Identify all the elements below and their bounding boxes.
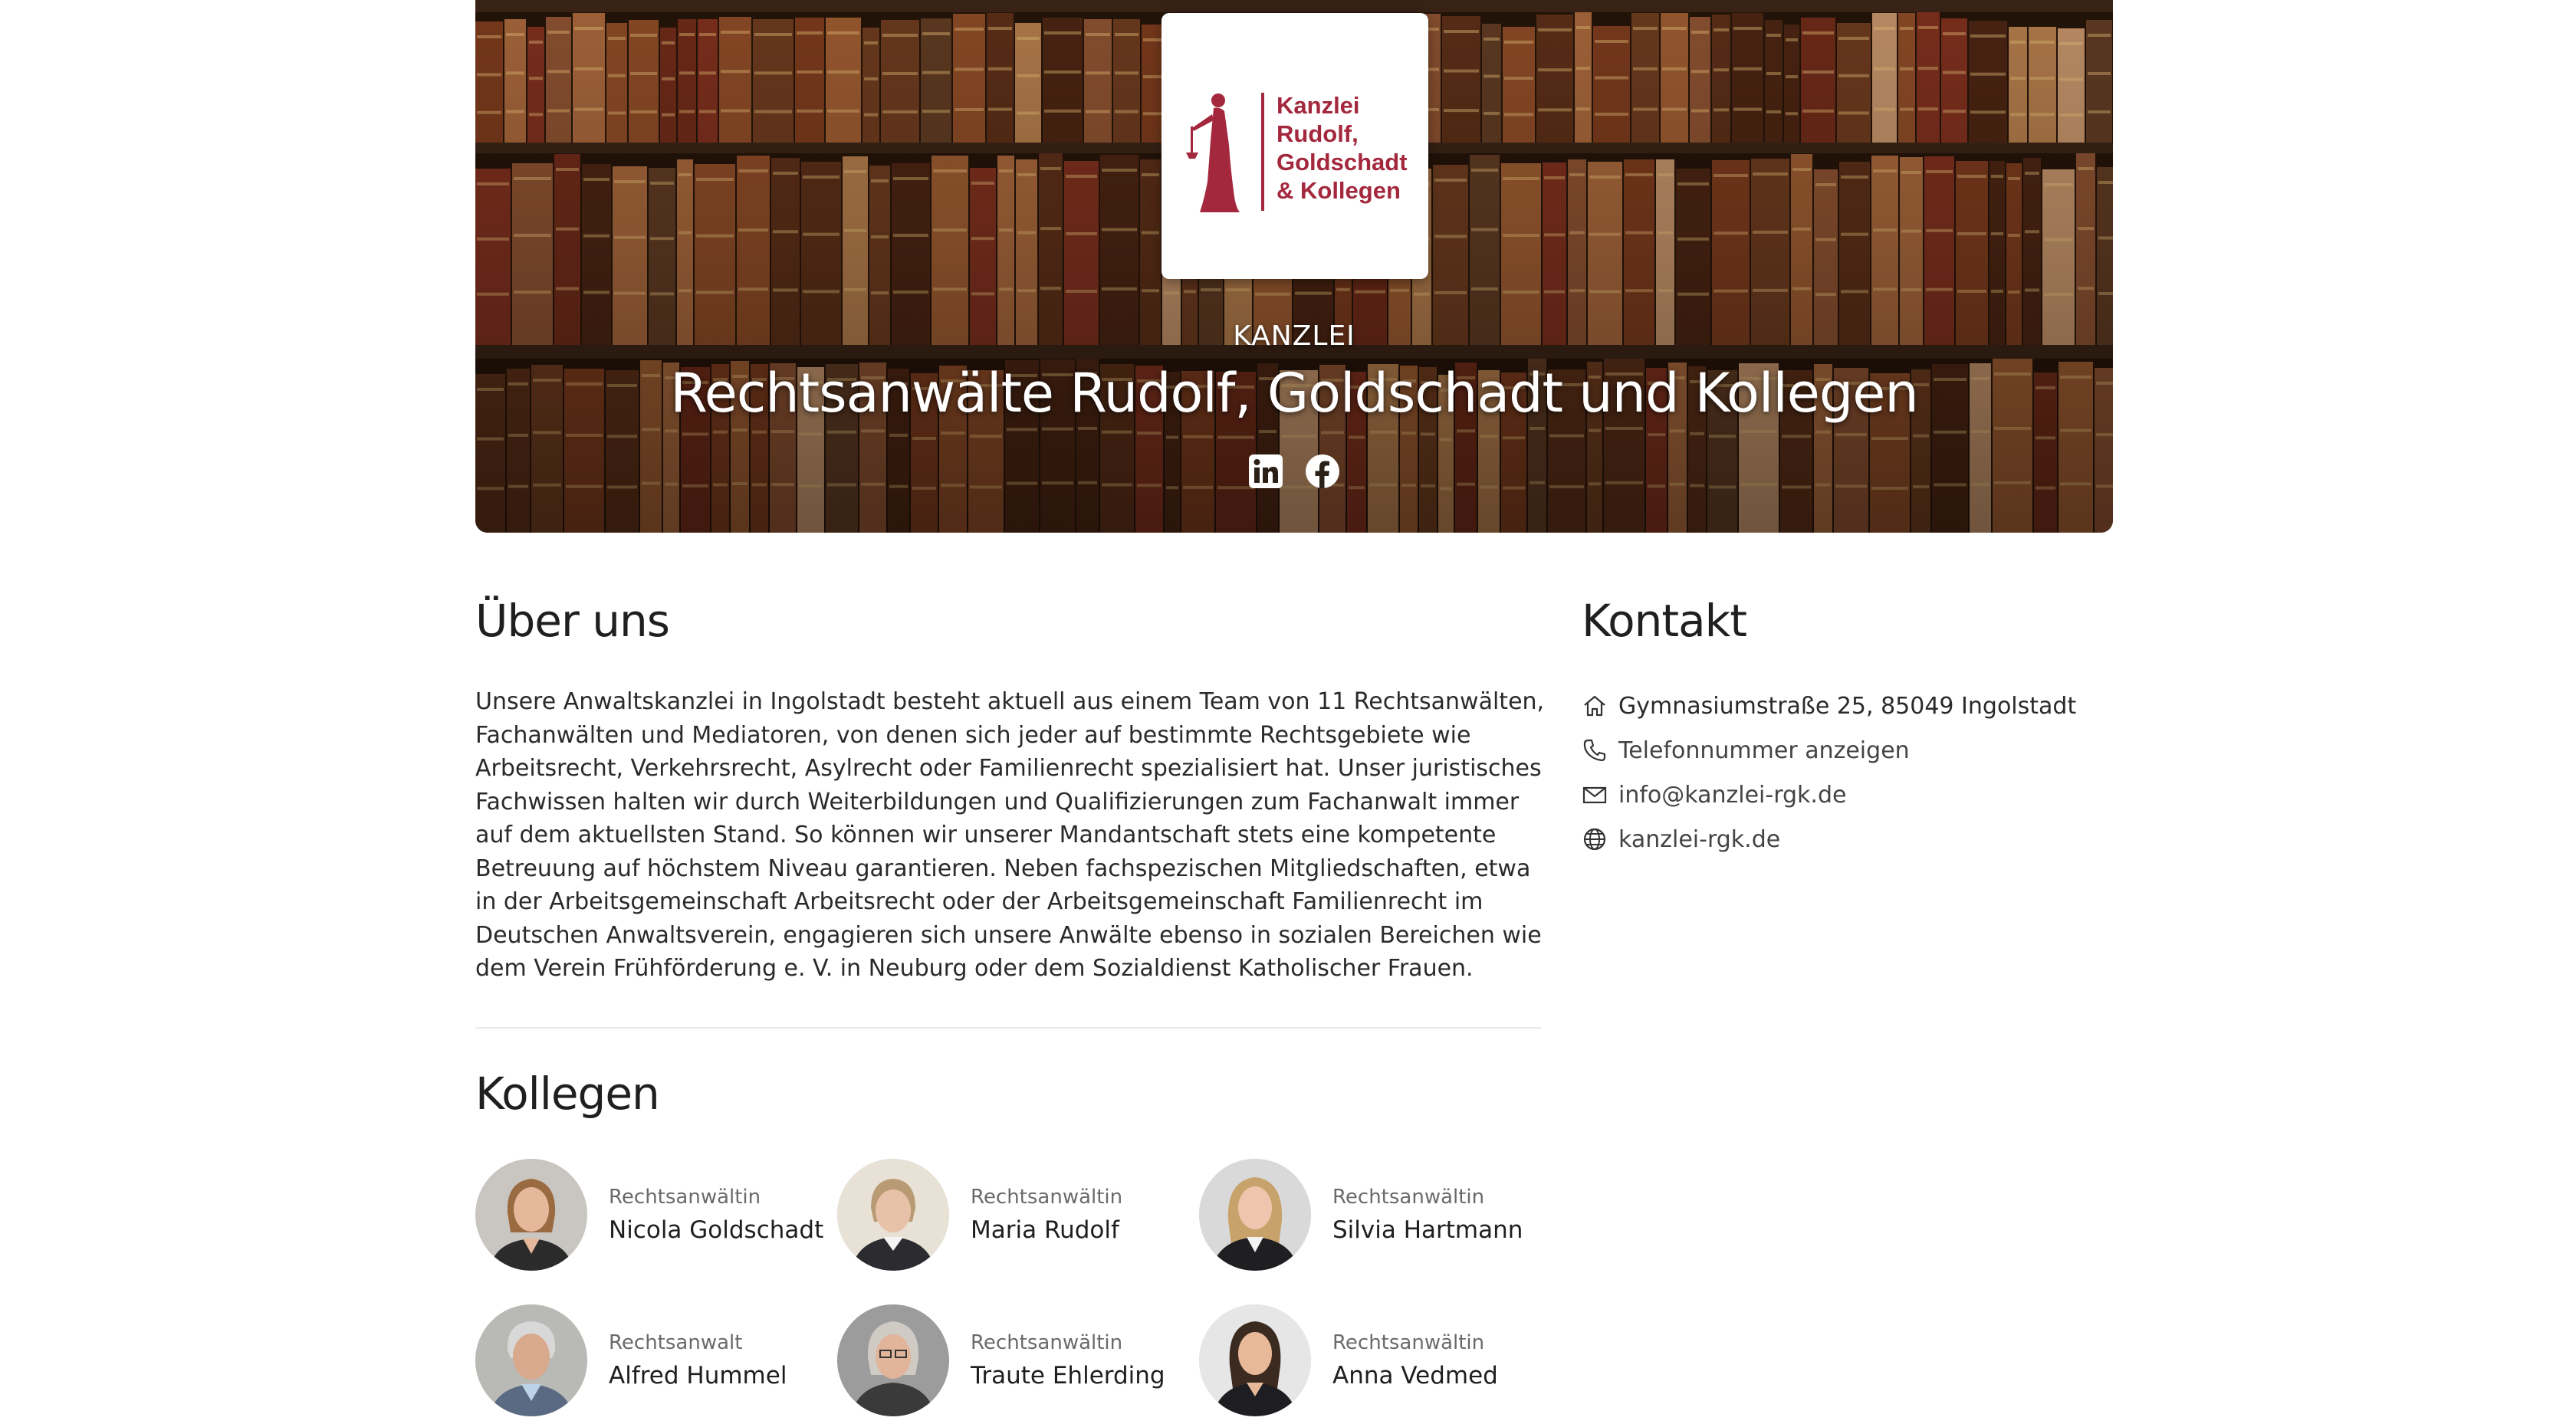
contact-phone[interactable]: Telefonnummer anzeigen <box>1582 728 2076 773</box>
contact-heading: Kontakt <box>1582 595 1747 647</box>
member-info: Rechtsanwalt Alfred Hummel <box>609 1331 787 1390</box>
home-icon <box>1584 695 1605 717</box>
member-role: Rechtsanwältin <box>1332 1331 1485 1354</box>
section-divider <box>475 1027 1541 1029</box>
member-name[interactable]: Silvia Hartmann <box>1332 1216 1523 1244</box>
avatar <box>837 1159 949 1271</box>
team-member-card[interactable]: Rechtsanwältin Maria Rudolf <box>837 1159 1199 1271</box>
member-role: Rechtsanwältin <box>971 1331 1123 1354</box>
member-name[interactable]: Maria Rudolf <box>971 1216 1122 1244</box>
logo-divider <box>1261 93 1264 211</box>
logo-line: & Kollegen <box>1276 177 1401 204</box>
avatar <box>475 1159 587 1271</box>
member-info: Rechtsanwältin Anna Vedmed <box>1332 1331 1498 1390</box>
address-text: Gymnasiumstraße 25, 85049 Ingolstadt <box>1618 692 2077 720</box>
team-member-card[interactable]: Rechtsanwältin Nicola Goldschadt <box>475 1159 837 1271</box>
team-heading: Kollegen <box>475 1068 660 1120</box>
member-name[interactable]: Traute Ehlerding <box>971 1362 1165 1390</box>
linkedin-icon[interactable] <box>1248 454 1283 489</box>
page: Kanzlei Rudolf, Goldschadt & Kollegen KA… <box>0 0 2576 1424</box>
about-text: Unsere Anwaltskanzlei in Ingolstadt best… <box>475 688 1545 982</box>
globe-icon <box>1583 828 1606 851</box>
contact-email[interactable]: info@kanzlei-rgk.de <box>1582 773 2076 817</box>
member-role: Rechtsanwältin <box>971 1186 1123 1209</box>
hero-banner: Kanzlei Rudolf, Goldschadt & Kollegen KA… <box>475 0 2113 533</box>
member-role: Rechtsanwältin <box>1332 1186 1485 1209</box>
member-name[interactable]: Alfred Hummel <box>609 1362 787 1390</box>
team-member-card[interactable]: Rechtsanwältin Silvia Hartmann <box>1199 1159 1561 1271</box>
logo-line: Kanzlei <box>1276 92 1360 119</box>
contact-address: Gymnasiumstraße 25, 85049 Ingolstadt <box>1582 684 2076 728</box>
firm-logo: Kanzlei Rudolf, Goldschadt & Kollegen <box>1162 13 1428 279</box>
member-role: Rechtsanwalt <box>609 1331 743 1354</box>
category-label: KANZLEI <box>1233 320 1355 352</box>
avatar <box>475 1304 587 1416</box>
contact-list: Gymnasiumstraße 25, 85049 Ingolstadt Tel… <box>1582 684 2076 861</box>
contact-website[interactable]: kanzlei-rgk.de <box>1582 817 2076 861</box>
logo-line: Goldschadt <box>1276 149 1408 176</box>
member-info: Rechtsanwältin Nicola Goldschadt <box>609 1186 823 1244</box>
team-member-card[interactable]: Rechtsanwältin Anna Vedmed <box>1199 1304 1561 1416</box>
member-info: Rechtsanwältin Maria Rudolf <box>971 1186 1122 1244</box>
member-name[interactable]: Nicola Goldschadt <box>609 1216 823 1244</box>
logo-wordmark: Kanzlei Rudolf, Goldschadt & Kollegen <box>1276 91 1426 205</box>
team-grid: Rechtsanwältin Nicola Goldschadt Rechtsa… <box>475 1159 1564 1416</box>
facebook-icon[interactable] <box>1305 454 1340 489</box>
avatar <box>1199 1304 1311 1416</box>
phone-reveal-link[interactable]: Telefonnummer anzeigen <box>1618 737 1910 764</box>
email-link[interactable]: info@kanzlei-rgk.de <box>1618 782 1846 809</box>
member-info: Rechtsanwältin Silvia Hartmann <box>1332 1186 1523 1244</box>
about-heading: Über uns <box>475 595 670 647</box>
social-links <box>475 454 2113 489</box>
member-info: Rechtsanwältin Traute Ehlerding <box>971 1331 1165 1390</box>
team-member-card[interactable]: Rechtsanwältin Traute Ehlerding <box>837 1304 1199 1416</box>
avatar <box>1199 1159 1311 1271</box>
phone-icon <box>1583 739 1606 762</box>
team-member-card[interactable]: Rechtsanwalt Alfred Hummel <box>475 1304 837 1416</box>
page-title: Rechtsanwälte Rudolf, Goldschadt und Kol… <box>670 362 1918 425</box>
website-link[interactable]: kanzlei-rgk.de <box>1618 826 1780 853</box>
logo-line: Rudolf, <box>1276 120 1359 147</box>
mail-icon <box>1582 786 1607 804</box>
member-role: Rechtsanwältin <box>609 1186 761 1209</box>
member-name[interactable]: Anna Vedmed <box>1332 1362 1498 1390</box>
avatar <box>837 1304 949 1416</box>
justitia-icon <box>1186 94 1240 212</box>
